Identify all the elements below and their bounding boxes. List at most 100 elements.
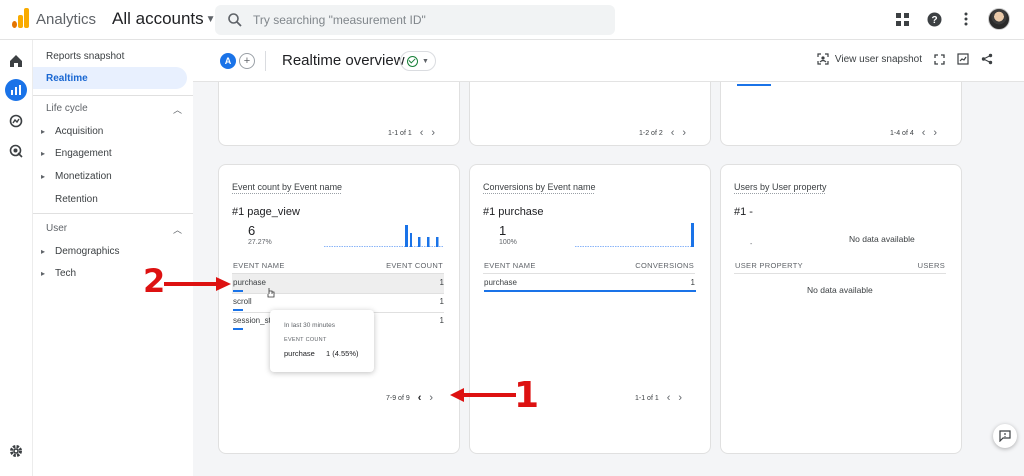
more-vert-icon[interactable] — [956, 9, 976, 29]
card-title[interactable]: Users by User property — [734, 182, 827, 192]
nav-reports-snapshot[interactable]: Reports snapshot — [46, 51, 124, 62]
chevron-left-icon[interactable]: ‹ — [922, 127, 926, 139]
search-placeholder: Try searching "measurement ID" — [253, 13, 426, 27]
explore-icon[interactable] — [7, 112, 25, 130]
chevron-down-icon: ▼ — [422, 57, 429, 65]
row-divider — [734, 273, 946, 274]
share-icon[interactable] — [980, 52, 994, 66]
row-bar — [484, 290, 696, 292]
add-comparison-button[interactable]: + — [239, 53, 255, 69]
col-header-conversions[interactable]: CONVERSIONS — [635, 261, 694, 270]
chevron-right-icon[interactable]: › — [682, 127, 686, 139]
card-title[interactable]: Conversions by Event name — [483, 182, 596, 192]
left-rail — [0, 40, 33, 476]
chevron-left-icon[interactable]: ‹ — [418, 392, 422, 404]
col-header-event-name[interactable]: EVENT NAME — [484, 261, 536, 270]
tooltip-metric: EVENT COUNT — [284, 337, 327, 343]
analytics-logo-icon[interactable] — [12, 8, 30, 28]
users-property-card: Users by User property #1 - - No data av… — [720, 164, 962, 454]
nav-tech[interactable]: Tech — [41, 268, 76, 279]
data-quality-chip[interactable]: ▼ — [400, 51, 436, 71]
account-avatar[interactable] — [988, 8, 1010, 30]
row-label: purchase — [484, 278, 517, 287]
top-value: 1 — [499, 223, 507, 238]
search-icon — [228, 13, 242, 27]
hand-cursor-icon — [267, 288, 275, 298]
chevron-right-icon[interactable]: › — [429, 392, 433, 404]
fullscreen-icon[interactable] — [932, 52, 946, 66]
pager-label: 1-1 of 1 — [388, 129, 412, 137]
no-data-message: No data available — [807, 285, 873, 295]
chevron-right-icon[interactable]: › — [431, 127, 435, 139]
col-header-event-name[interactable]: EVENT NAME — [233, 261, 285, 270]
annotation-number-2: 2 — [143, 262, 166, 300]
top-percent: 100% — [499, 239, 517, 246]
svg-text:?: ? — [931, 15, 937, 26]
table-row[interactable]: purchase 1 — [232, 274, 444, 293]
no-data-message: No data available — [849, 234, 915, 244]
pager: 1-2 of 2 ‹ › — [639, 127, 686, 139]
nav-engagement[interactable]: Engagement — [41, 148, 112, 159]
row-label: purchase — [233, 278, 266, 287]
feedback-icon[interactable] — [993, 424, 1017, 448]
chevron-right-icon[interactable]: › — [933, 127, 937, 139]
annotation-arrow-left — [450, 388, 516, 402]
account-selector-label: All accounts — [112, 9, 204, 28]
nav-realtime[interactable]: Realtime — [46, 73, 88, 84]
card-title[interactable]: Event count by Event name — [232, 182, 342, 192]
nav-retention[interactable]: Retention — [55, 194, 98, 205]
nav-section-user[interactable]: User — [46, 223, 67, 234]
home-icon[interactable] — [7, 52, 25, 70]
pager-label: 1-4 of 4 — [890, 129, 914, 137]
nav-monetization[interactable]: Monetization — [41, 171, 112, 182]
chevron-up-icon[interactable]: ︿ — [173, 223, 182, 236]
chevron-left-icon[interactable]: ‹ — [420, 127, 424, 139]
reports-icon[interactable] — [5, 79, 27, 101]
nav-acquisition[interactable]: Acquisition — [41, 126, 103, 137]
nav-demographics[interactable]: Demographics — [41, 246, 120, 257]
top-card-2: 1-2 of 2 ‹ › — [469, 82, 711, 146]
top-card-1: 1-1 of 1 ‹ › — [218, 82, 460, 146]
partial-bar — [737, 84, 771, 86]
pager: 1-1 of 1 ‹ › — [635, 392, 682, 404]
nav-divider — [33, 95, 193, 96]
left-nav: Reports snapshot Realtime Life cycle ︿ A… — [33, 40, 193, 476]
chevron-left-icon[interactable]: ‹ — [667, 392, 671, 404]
col-header-users[interactable]: USERS — [918, 261, 945, 270]
row-value: 1 — [439, 297, 444, 306]
view-user-snapshot-button[interactable]: View user snapshot — [817, 53, 922, 65]
event-count-card: Event count by Event name #1 page_view 6… — [218, 164, 460, 454]
advertising-icon[interactable] — [7, 142, 25, 160]
row-bar — [233, 290, 243, 292]
pager-label: 1-1 of 1 — [635, 394, 659, 402]
pager: 7-9 of 9 ‹ › — [386, 392, 433, 404]
col-header-event-count[interactable]: EVENT COUNT — [386, 261, 443, 270]
table-row[interactable]: purchase 1 — [483, 274, 696, 293]
settings-icon[interactable] — [7, 442, 25, 460]
top-card-3: 1-4 of 4 ‹ › — [720, 82, 962, 146]
tooltip-value: 1 (4.55%) — [326, 349, 359, 358]
view-user-snapshot-label: View user snapshot — [834, 53, 922, 65]
top-bar: Analytics All accounts ▼ Try searching "m… — [0, 0, 1024, 40]
nav-section-lifecycle[interactable]: Life cycle — [46, 103, 88, 114]
help-icon[interactable]: ? — [924, 9, 944, 29]
col-header-user-property[interactable]: USER PROPERTY — [735, 261, 803, 270]
chevron-right-icon[interactable]: › — [678, 392, 682, 404]
row-bar — [233, 309, 243, 311]
sparkline-chart — [324, 225, 444, 247]
insights-icon[interactable] — [956, 52, 970, 66]
pager-label: 1-2 of 2 — [639, 129, 663, 137]
comparison-chip-a[interactable]: A — [220, 53, 236, 69]
check-circle-icon — [407, 55, 419, 67]
apps-grid-icon[interactable] — [892, 9, 912, 29]
chevron-up-icon[interactable]: ︿ — [173, 103, 182, 116]
top-value: 6 — [248, 223, 256, 238]
row-value: 1 — [439, 316, 444, 325]
account-selector[interactable]: All accounts ▼ — [112, 9, 216, 29]
annotation-number-1: 1 — [514, 375, 540, 416]
search-bar[interactable]: Try searching "measurement ID" — [215, 5, 615, 35]
realtime-header: A + Realtime overview ▼ View user snapsh… — [193, 40, 1024, 82]
top-rank: #1 purchase — [483, 206, 544, 218]
snapshot-icon — [817, 53, 829, 65]
chevron-left-icon[interactable]: ‹ — [671, 127, 675, 139]
